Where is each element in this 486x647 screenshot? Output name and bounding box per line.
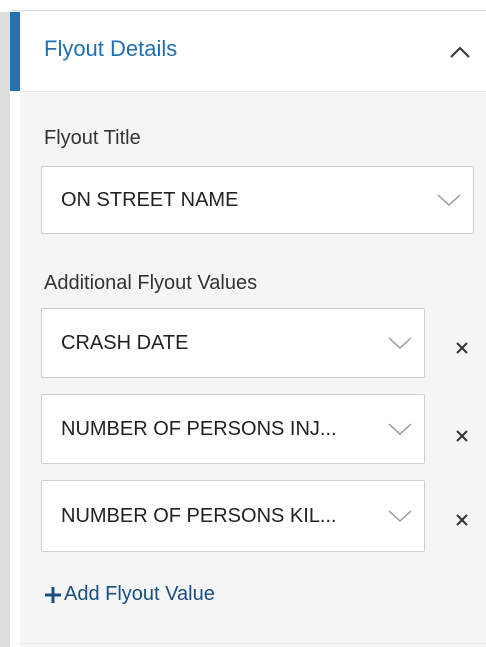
flyout-value-2: NUMBER OF PERSONS INJ... [61,417,337,440]
additional-flyout-values-label: Additional Flyout Values [44,272,258,294]
add-flyout-value-label: Add Flyout Value [64,583,215,605]
flyout-value-3: NUMBER OF PERSONS KIL... [61,504,337,527]
chevron-down-icon [388,510,412,523]
section-title: Flyout Details [44,36,178,61]
remove-flyout-value-1-button[interactable] [450,336,474,360]
chevron-down-icon [437,194,461,207]
chevron-up-icon [450,46,470,58]
flyout-value-select-2[interactable]: NUMBER OF PERSONS INJ... [41,394,425,464]
chevron-down-icon [388,337,412,350]
remove-flyout-value-2-button[interactable] [450,424,474,448]
plus-icon [45,586,61,603]
bottom-divider [20,643,486,644]
top-divider [10,10,486,11]
left-border [0,12,10,647]
flyout-title-select[interactable]: ON STREET NAME [41,166,474,234]
flyout-value-select-3[interactable]: NUMBER OF PERSONS KIL... [41,480,425,552]
flyout-value-1: CRASH DATE [61,331,189,354]
header-divider [20,91,486,92]
close-icon [456,430,468,442]
active-section-accent [10,12,20,91]
flyout-title-label: Flyout Title [44,127,141,149]
collapse-button[interactable] [444,36,476,68]
add-flyout-value-link[interactable]: Add Flyout Value [44,583,215,606]
flyout-value-select-1[interactable]: CRASH DATE [41,308,425,378]
chevron-down-icon [388,423,412,436]
flyout-details-panel: Flyout Details Flyout Title ON STREET NA… [0,0,486,647]
flyout-title-value: ON STREET NAME [61,188,239,211]
close-icon [456,342,468,354]
remove-flyout-value-3-button[interactable] [450,508,474,532]
close-icon [456,514,468,526]
section-header[interactable]: Flyout Details [20,12,486,91]
